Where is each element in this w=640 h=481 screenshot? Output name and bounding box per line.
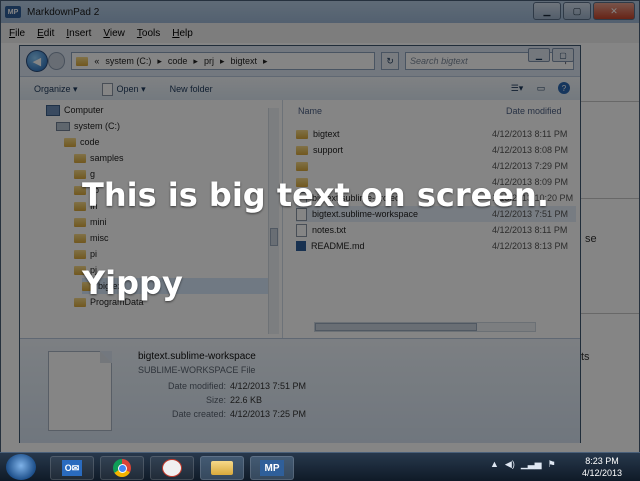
- clock-date: 4/12/2013: [581, 468, 623, 478]
- chrome-icon: [113, 459, 131, 477]
- system-tray: ▲ ◀) ▁▃▅ ⚑: [490, 459, 556, 470]
- taskbar-chrome[interactable]: [100, 456, 144, 480]
- signal-icon[interactable]: ▁▃▅: [521, 459, 542, 470]
- taskbar-chat[interactable]: [150, 456, 194, 480]
- show-hidden-icons-icon[interactable]: ▲: [490, 459, 499, 470]
- clock-time: 8:23 PM: [585, 456, 619, 466]
- start-button[interactable]: [6, 454, 36, 480]
- flag-icon[interactable]: ⚑: [548, 459, 556, 470]
- taskbar: O✉ MP ▲ ◀) ▁▃▅ ⚑ 8:23 PM 4/12/2013: [0, 452, 640, 481]
- taskbar-explorer[interactable]: [200, 456, 244, 480]
- overlay-big-text: Yippy: [82, 264, 183, 302]
- folder-icon: [211, 461, 233, 475]
- outlook-icon: O✉: [62, 460, 82, 476]
- taskbar-outlook[interactable]: O✉: [50, 456, 94, 480]
- chat-icon: [162, 459, 182, 477]
- overlay-big-text: This is big text on screen.: [82, 176, 549, 214]
- volume-icon[interactable]: ◀): [505, 459, 515, 470]
- markdownpad-icon: MP: [260, 460, 284, 476]
- clock[interactable]: 8:23 PM 4/12/2013: [574, 455, 630, 479]
- dim-overlay: [0, 0, 640, 452]
- taskbar-markdownpad[interactable]: MP: [250, 456, 294, 480]
